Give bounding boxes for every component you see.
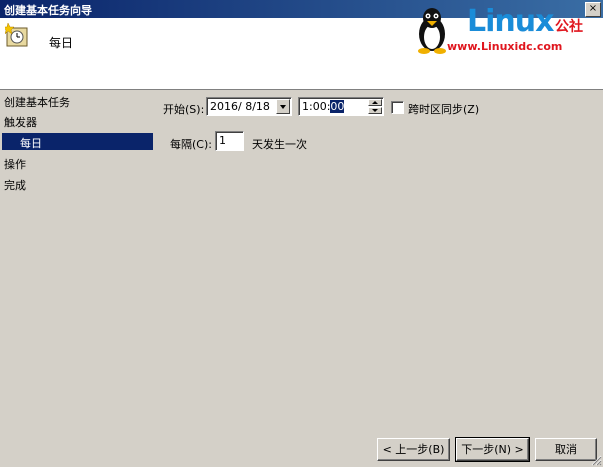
nav-item-trigger[interactable]: 触发器 [4,114,37,130]
start-date-picker[interactable]: 2016/ 8/18 [206,97,292,116]
page-title: 每日 [49,36,74,50]
next-button[interactable]: 下一步(N) > [455,437,530,462]
date-dropdown-button[interactable] [276,99,290,114]
nav-item-daily-label: 每日 [20,137,42,150]
back-button[interactable]: < 上一步(B) [377,438,450,461]
start-time-prefix: 1:00: [302,100,331,113]
watermark-brand-cn: 公社 [555,19,583,35]
wizard-header: 每日 Linux 公社 www.Linuxidc.com [0,4,603,90]
watermark-logo: Linux 公社 www.Linuxidc.com [415,4,595,64]
recur-input[interactable]: 1 [215,131,244,151]
task-clock-icon [5,22,28,47]
recur-unit: 天发生一次 [252,138,307,151]
nav-item-action[interactable]: 操作 [4,156,26,172]
start-time-text: 1:00:00 [302,100,345,113]
start-label: 开始(S): [163,103,205,116]
tux-penguin-icon [418,8,446,54]
nav-item-create-task[interactable]: 创建基本任务 [4,94,70,110]
watermark-url: www.Linuxidc.com [447,40,563,53]
sync-timezone-label: 跨时区同步(Z) [408,103,480,116]
time-spinner[interactable] [368,99,382,114]
nav-item-finish[interactable]: 完成 [4,177,26,193]
resize-grip-icon[interactable] [590,454,602,466]
watermark-brand: Linux [467,4,554,39]
recur-value: 1 [219,134,226,147]
start-time-input[interactable]: 1:00:00 [298,97,384,116]
start-date-value: 2016/ 8/18 [210,100,270,113]
sync-timezone-checkbox[interactable] [391,101,404,114]
recur-label: 每隔(C): [170,138,212,151]
window-title: 创建基本任务向导 [4,4,92,17]
cancel-button[interactable]: 取消 [535,438,597,461]
nav-item-daily[interactable]: 每日 [2,133,153,150]
spin-down-button[interactable] [368,107,382,114]
start-time-selected: 00 [330,100,345,113]
spin-up-button[interactable] [368,99,382,106]
